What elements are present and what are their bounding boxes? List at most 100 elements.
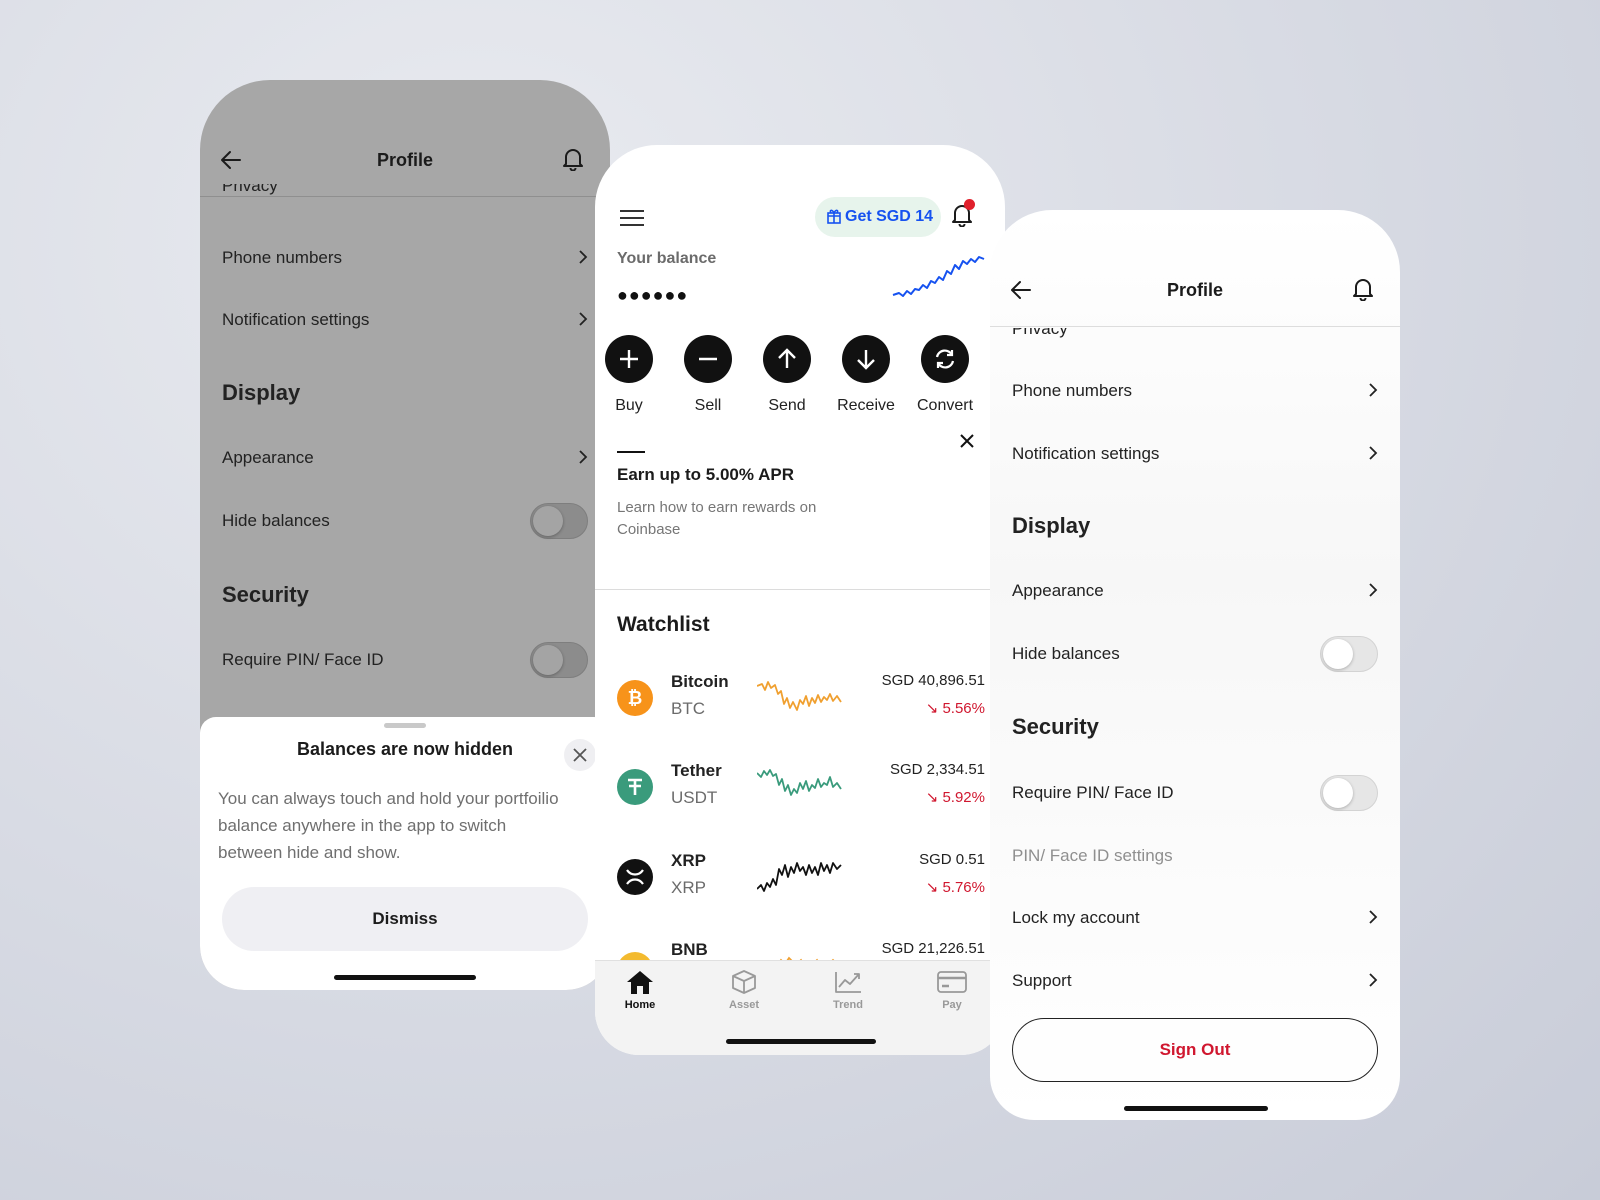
pin-settings-item-disabled: PIN/ Face ID settings: [1012, 846, 1173, 865]
xrp-logo-icon: [617, 859, 653, 895]
watchlist-title: Watchlist: [617, 613, 710, 636]
tab-pay[interactable]: Pay: [917, 969, 987, 1011]
referral-reward-label: Get SGD 14: [845, 208, 934, 225]
chevron-right-icon: [1368, 446, 1378, 460]
coin-name: XRP: [671, 851, 706, 870]
settings-item-label: Require PIN/ Face ID: [1012, 783, 1174, 802]
page-title: Profile: [1166, 280, 1223, 300]
settings-item-appearance[interactable]: Appearance: [1012, 581, 1378, 601]
trend-chart-icon: [835, 972, 861, 993]
arrow-up-icon: [778, 348, 796, 368]
tab-label: Pay: [942, 999, 962, 1011]
chevron-right-icon: [578, 312, 588, 326]
minus-icon: [699, 357, 717, 361]
tab-label: Asset: [729, 999, 759, 1011]
balance-masked-value[interactable]: ●●●●●●: [617, 285, 688, 306]
settings-item-privacy[interactable]: Privacy: [222, 184, 588, 198]
earn-card-marker: [617, 451, 645, 453]
coin-change: ↘ 5.92%: [925, 789, 985, 806]
gift-icon: [827, 208, 841, 224]
coin-price: SGD 21,226.51: [881, 940, 985, 957]
settings-item-lock-account[interactable]: Lock my account: [1012, 908, 1378, 928]
hide-balances-toggle[interactable]: [530, 503, 588, 539]
settings-item-phone-numbers[interactable]: Phone numbers: [1012, 381, 1378, 401]
section-heading-display: Display: [1012, 513, 1091, 538]
watchlist-row-xrp[interactable]: XRP XRP SGD 0.51 ↘ 5.76%: [617, 851, 985, 921]
profile-screen: Profile Privacy Phone numbers Notificati…: [990, 210, 1400, 1120]
tab-home[interactable]: Home: [605, 969, 675, 1011]
action-label: Convert: [916, 397, 974, 414]
toggle-knob: [1323, 778, 1353, 808]
sign-out-button[interactable]: Sign Out: [1012, 1018, 1378, 1082]
coin-name: Bitcoin: [671, 672, 729, 691]
close-icon[interactable]: [959, 433, 975, 449]
watchlist-row-bnb[interactable]: BNB SGD 21,226.51: [617, 940, 985, 960]
settings-item-support[interactable]: Support: [1012, 971, 1378, 991]
bottom-tab-bar: Home Asset Trend Pay: [595, 960, 1005, 1055]
chevron-right-icon: [1368, 583, 1378, 597]
cube-icon: [732, 970, 756, 994]
balance-sparkline: [891, 253, 986, 304]
card-icon: [937, 971, 967, 993]
toggle-knob: [1323, 639, 1353, 669]
earn-card-title[interactable]: Earn up to 5.00% APR: [617, 465, 794, 485]
settings-item-notification-settings[interactable]: Notification settings: [222, 310, 588, 330]
arrow-down-icon: [857, 350, 875, 370]
watchlist-row-bitcoin[interactable]: ₿ Bitcoin BTC SGD 40,896.51 ↘ 5.56%: [617, 672, 985, 742]
sheet-close-button[interactable]: [564, 739, 596, 771]
settings-item-label: Appearance: [222, 448, 314, 467]
send-button[interactable]: Send: [748, 335, 826, 415]
notification-bell-icon[interactable]: [1352, 277, 1374, 301]
bitcoin-logo-icon: ₿: [617, 680, 653, 716]
sheet-body-text: You can always touch and hold your portf…: [218, 789, 559, 862]
settings-item-privacy[interactable]: Privacy: [1012, 328, 1378, 340]
chevron-right-icon: [578, 250, 588, 264]
section-heading-display: Display: [222, 380, 301, 405]
sell-button[interactable]: Sell: [669, 335, 747, 415]
hide-balances-toggle[interactable]: [1320, 636, 1378, 672]
buy-button[interactable]: Buy: [595, 335, 668, 415]
require-pin-toggle[interactable]: [530, 642, 588, 678]
coin-change: ↘ 5.56%: [925, 700, 985, 717]
settings-item-label: Support: [1012, 971, 1072, 990]
dismiss-button[interactable]: Dismiss: [222, 887, 588, 951]
chevron-right-icon: [1368, 383, 1378, 397]
settings-item-notification-settings[interactable]: Notification settings: [1012, 444, 1378, 464]
coin-price: SGD 0.51: [919, 851, 985, 868]
referral-reward-button[interactable]: Get SGD 14: [815, 197, 941, 237]
coin-sparkline: [756, 855, 843, 900]
action-label: Sell: [694, 397, 722, 414]
settings-item-label: Notification settings: [222, 310, 370, 329]
settings-item-phone-numbers[interactable]: Phone numbers: [222, 248, 588, 268]
earn-card-subtitle[interactable]: Learn how to earn rewards on Coinbase: [617, 497, 847, 541]
profile-header: Profile: [990, 210, 1400, 327]
settings-item-hide-balances: Hide balances: [222, 503, 588, 539]
receive-button[interactable]: Receive: [827, 335, 905, 415]
settings-item-label: Privacy: [222, 184, 278, 195]
watchlist-row-tether[interactable]: Tether USDT SGD 2,334.51 ↘ 5.92%: [617, 761, 985, 831]
tab-trend[interactable]: Trend: [813, 969, 883, 1011]
home-screen: Get SGD 14 Your balance ●●●●●● Buy Sell …: [595, 145, 1005, 1055]
settings-item-label: Hide balances: [1012, 644, 1120, 663]
notification-bell-icon[interactable]: [951, 199, 975, 227]
require-pin-toggle[interactable]: [1320, 775, 1378, 811]
settings-item-appearance[interactable]: Appearance: [222, 448, 588, 468]
balance-label: Your balance: [617, 250, 717, 267]
hamburger-menu-icon[interactable]: [619, 209, 645, 227]
profile-screen-dimmed: Profile Privacy Phone numbers Notificati…: [200, 80, 610, 990]
action-label: Send: [768, 397, 806, 414]
notification-bell-icon[interactable]: [562, 147, 584, 171]
page-title: Profile: [376, 150, 433, 170]
tab-asset[interactable]: Asset: [709, 969, 779, 1011]
settings-item-label: Hide balances: [222, 511, 330, 530]
coin-price: SGD 40,896.51: [881, 672, 985, 689]
settings-item-require-pin: Require PIN/ Face ID: [1012, 775, 1378, 811]
settings-item-label: Require PIN/ Face ID: [222, 650, 384, 669]
convert-button[interactable]: Convert: [906, 335, 984, 415]
coin-symbol: BTC: [671, 699, 705, 718]
action-label: Buy: [615, 397, 643, 414]
settings-item-label: Lock my account: [1012, 908, 1140, 927]
sheet-grab-handle[interactable]: [384, 723, 426, 728]
home-icon: [627, 971, 653, 994]
coin-name: Tether: [671, 761, 722, 780]
